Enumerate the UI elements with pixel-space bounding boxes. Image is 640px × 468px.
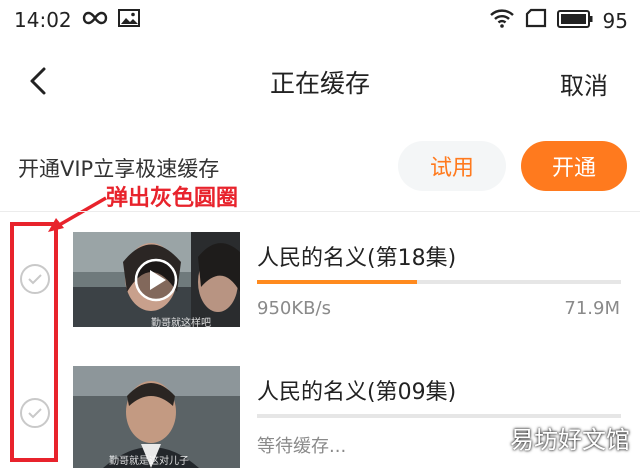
wifi-icon xyxy=(489,8,515,33)
vip-promo-text: 开通VIP立享极速缓存 xyxy=(18,157,220,181)
download-title[interactable]: 人民的名义(第09集) xyxy=(257,374,456,406)
thumb-caption: 勤哥就这样吧 xyxy=(151,318,211,327)
progress-fill xyxy=(257,280,418,284)
video-thumbnail[interactable]: 勤哥就这样吧 xyxy=(73,232,240,327)
try-button[interactable]: 试用 xyxy=(398,141,506,191)
watermark: 易坊好文馆 xyxy=(510,426,630,454)
progress-bar xyxy=(257,414,621,418)
download-status: 等待缓存... xyxy=(257,436,347,457)
cancel-button[interactable]: 取消 xyxy=(560,66,608,101)
video-thumbnail[interactable]: 勤哥就是这对儿子 xyxy=(73,366,240,468)
annotation-frame xyxy=(10,222,58,462)
battery-level: 95 xyxy=(602,8,628,33)
thumb-caption: 勤哥就是这对儿子 xyxy=(109,456,189,467)
divider xyxy=(0,211,640,212)
status-time: 14:02 xyxy=(14,8,72,32)
infinity-icon xyxy=(82,10,108,30)
download-speed: 950KB/s xyxy=(257,298,331,319)
status-left-icons xyxy=(82,9,140,31)
annotation-label: 弹出灰色圆圈 xyxy=(106,186,239,211)
download-size: 71.9M xyxy=(564,298,620,319)
page-title: 正在缓存 xyxy=(269,69,370,98)
battery-icon xyxy=(556,9,593,33)
download-title[interactable]: 人民的名义(第18集) xyxy=(257,240,456,272)
progress-bar xyxy=(257,280,621,284)
sim-icon xyxy=(525,8,547,33)
status-right: 95 xyxy=(489,8,628,33)
open-vip-button[interactable]: 开通 xyxy=(521,141,627,191)
image-icon xyxy=(118,9,140,31)
